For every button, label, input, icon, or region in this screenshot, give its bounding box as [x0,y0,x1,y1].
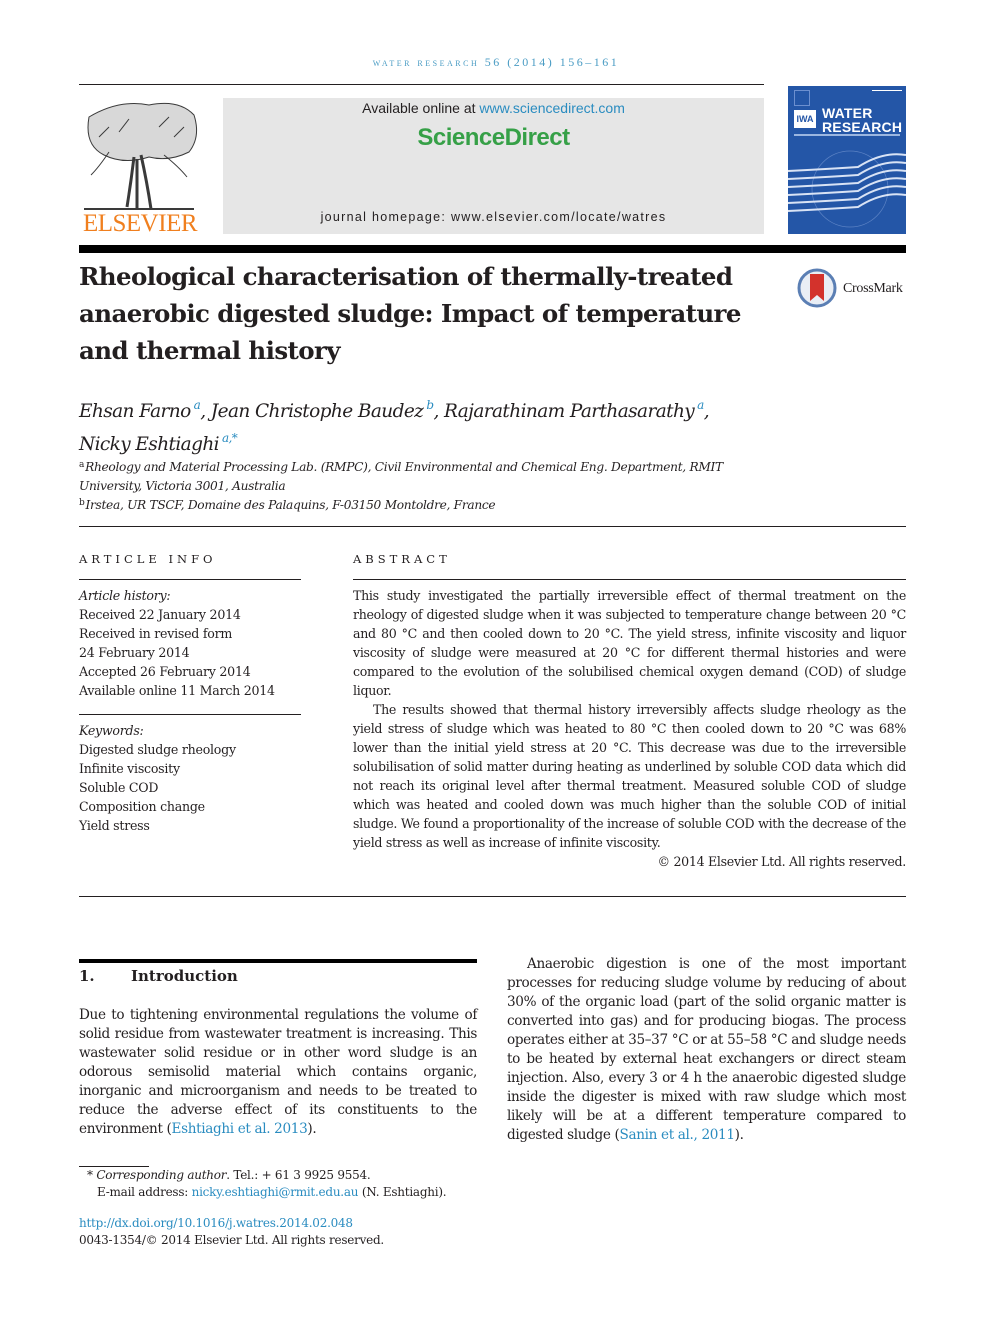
sciencedirect-link[interactable]: www.sciencedirect.com [479,100,625,116]
intro-left-column: Due to tightening environmental regulati… [79,1006,477,1139]
keywords-label: Keywords: [79,723,144,738]
email-label: E-mail address: [97,1185,192,1199]
author-name: Jean Christophe Baudez [210,401,424,422]
affiliation-text: Irstea, UR TSCF, Domaine des Palaquins, … [85,498,496,512]
doi-link[interactable]: http://dx.doi.org/10.1016/j.watres.2014.… [79,1216,353,1230]
citation-link[interactable]: Sanin et al., 2011 [620,1127,735,1143]
keyword-item: Infinite viscosity [79,761,180,776]
history-item: Received 22 January 2014 [79,607,241,622]
abstract-heading: ABSTRACT [353,552,451,566]
author-separator: , [200,401,211,422]
author[interactable]: Jean Christophe Baudez b [210,398,434,422]
journal-homepage: journal homepage: www.elsevier.com/locat… [320,210,667,224]
intro-paragraph: Anaerobic digestion is one of the most i… [507,955,906,1145]
keyword-item: Digested sludge rheology [79,742,236,757]
cover-subtitle-bar [794,134,900,136]
section-title: Introduction [131,967,238,985]
abstract-body: This study investigated the partially ir… [353,586,906,871]
author-name: Nicky Eshtiaghi [79,434,220,455]
cover-wave-graphic-icon [788,150,906,228]
keyword-item: Yield stress [79,818,150,833]
corresponding-author-note: * Corresponding author. Tel.: + 61 3 992… [79,1167,579,1184]
abstract-end-rule [79,896,906,897]
intro-paragraph: Due to tightening environmental regulati… [79,1006,477,1139]
article-info-heading: ARTICLE INFO [79,552,217,566]
author[interactable]: Nicky Eshtiaghi a,* [79,431,238,455]
author-name: Rajarathinam Parthasarathy [444,401,695,422]
affiliation-b: bIrstea, UR TSCF, Domaine des Palaquins,… [79,494,759,515]
paragraph-end: ). [734,1127,744,1143]
abstract-copyright: © 2014 Elsevier Ltd. All rights reserved… [657,854,906,869]
section-heading-introduction: 1. Introduction [79,967,238,985]
history-item: Available online 11 March 2014 [79,683,275,698]
masthead-top-rule [79,84,764,85]
author-list: Ehsan Farno a, Jean Christophe Baudez b, R… [79,392,779,458]
telephone: . Tel.: + 61 3 9925 9554. [226,1168,371,1182]
cover-top-line [872,90,902,91]
keyword-item: Composition change [79,799,205,814]
elsevier-wordmark: ELSEVIER [82,210,198,237]
journal-cover: IWA WATER RESEARCH [788,86,906,234]
masthead-bottom-rule [79,245,906,253]
affiliation-mark: b [79,498,85,508]
paragraph-text: Due to tightening environmental regulati… [79,1007,477,1137]
author[interactable]: Rajarathinam Parthasarathy a [444,398,704,422]
abstract-paragraph: The results showed that thermal history … [353,702,906,850]
author-separator: , [433,401,444,422]
article-history: Article history: Received 22 January 201… [79,586,309,700]
section-rule [79,959,477,963]
cover-title: WATER RESEARCH [822,106,902,134]
keywords: Keywords: Digested sludge rheology Infin… [79,721,309,835]
crossmark-icon[interactable] [797,268,837,308]
cover-elsevier-mark-icon [794,90,810,106]
author[interactable]: Ehsan Farno a [79,398,201,422]
intro-right-column: Anaerobic digestion is one of the most i… [507,955,906,1145]
keyword-item: Soluble COD [79,780,159,795]
section-number: 1. [79,967,95,985]
footnote-star: * [87,1168,93,1182]
history-item: Accepted 26 February 2014 [79,664,251,679]
running-header: water research 56 (2014) 156–161 [372,55,620,69]
paragraph-text: Anaerobic digestion is one of the most i… [507,956,906,1143]
paragraph-end: ). [307,1121,317,1137]
affiliation-a: aRheology and Material Processing Lab. (… [79,456,759,496]
author-name: Ehsan Farno [79,401,191,422]
available-online-text: Available online at www.sciencedirect.co… [223,100,764,116]
author-separator: , [703,401,710,422]
abstract-rule [353,579,906,580]
corresponding-label: Corresponding author [96,1168,227,1182]
iwa-logo-icon: IWA [794,110,816,128]
author-affiliation-mark[interactable]: a,* [222,431,238,445]
front-matter-rule [79,526,906,527]
history-item: 24 February 2014 [79,645,190,660]
article-info-rule [79,579,301,580]
cover-title-line2: RESEARCH [822,119,903,135]
affiliation-text: Rheology and Material Processing Lab. (R… [79,460,723,493]
affiliation-mark: a [79,460,85,470]
crossmark-label[interactable]: CrossMark [843,281,903,297]
email-link[interactable]: nicky.eshtiaghi@rmit.edu.au [192,1185,359,1199]
history-item: Received in revised form [79,626,233,641]
abstract-paragraph: This study investigated the partially ir… [353,588,906,698]
email-note: E-mail address: nicky.eshtiaghi@rmit.edu… [79,1184,579,1201]
sciencedirect-logo: ScienceDirect [417,124,570,151]
footnotes: * Corresponding author. Tel.: + 61 3 992… [79,1167,579,1249]
available-online-prefix: Available online at [362,100,480,116]
article-history-label: Article history: [79,588,171,603]
article-title: Rheological characterisation of thermall… [79,262,741,365]
cover-title-line1: WATER [822,105,873,121]
keywords-rule [79,714,301,715]
sciencedirect-banner: Available online at www.sciencedirect.co… [223,98,764,234]
citation-link[interactable]: Eshtiaghi et al. 2013 [172,1121,308,1137]
issn-copyright: 0043-1354/© 2014 Elsevier Ltd. All right… [79,1233,384,1247]
email-suffix: (N. Eshtiaghi). [358,1185,447,1199]
